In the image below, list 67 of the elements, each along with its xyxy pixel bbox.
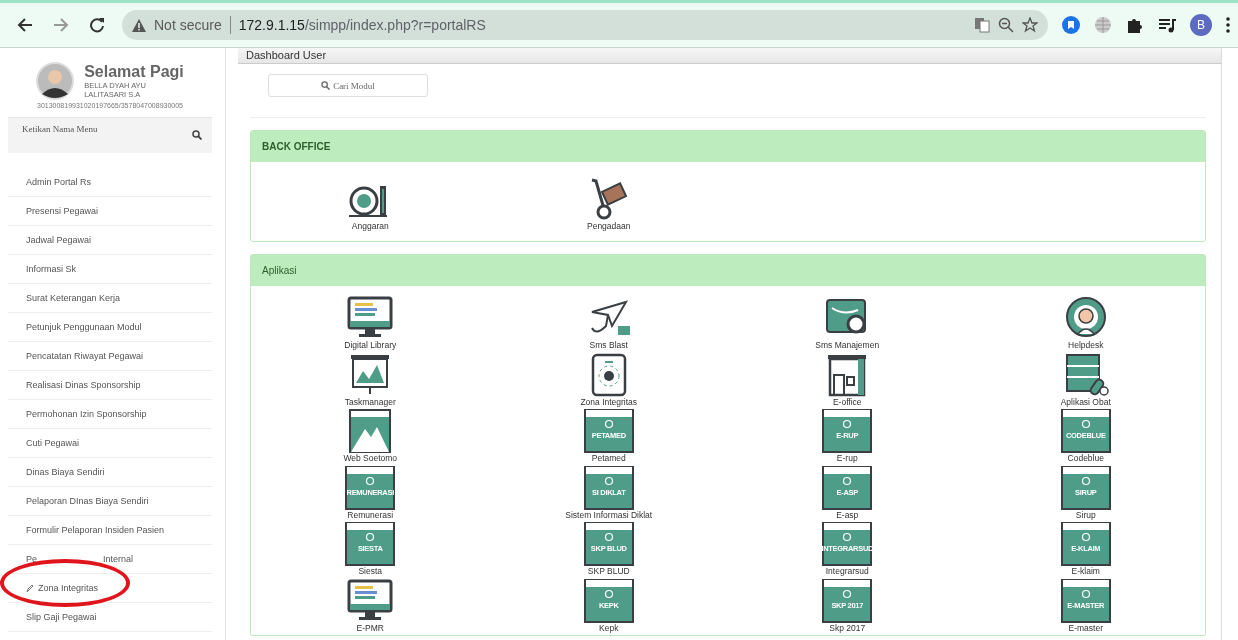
menu-item[interactable]: Realisasi Dinas Sponsorship — [8, 371, 212, 400]
menu-item[interactable]: Pelaporan DInas Biaya Sendiri — [8, 487, 212, 516]
module-link[interactable]: Helpdesk — [1068, 340, 1104, 350]
module-link[interactable]: Web Soetomo — [343, 453, 398, 463]
module-link[interactable]: Digital Library — [344, 340, 397, 350]
module-link[interactable]: Sms Manajemen — [815, 340, 880, 350]
search-module-button[interactable]: Cari Modul — [268, 74, 428, 97]
menu-item[interactable]: Zona Integritas — [8, 574, 212, 603]
module-link[interactable]: E-asp — [836, 509, 859, 520]
panel-header: Aplikasi — [251, 254, 1205, 286]
menu-item[interactable]: Cuti Pegawai — [8, 429, 212, 458]
module-link[interactable]: E-klaim — [1071, 566, 1100, 576]
warning-icon — [132, 18, 146, 32]
module-link[interactable]: Sirup — [1075, 509, 1096, 520]
menu-search-field[interactable]: Ketikan Nama Menu — [22, 124, 162, 134]
module-link[interactable]: Zona Integritas — [580, 396, 638, 407]
translate-icon[interactable] — [974, 17, 990, 33]
more-icon[interactable] — [1226, 17, 1230, 33]
menu-item[interactable]: Jadwal Pegawai — [8, 226, 212, 255]
monitor-icon — [347, 578, 394, 623]
pencil-icon — [26, 583, 34, 593]
greeting-text: Selamat Pagi — [84, 63, 184, 81]
module-link[interactable]: Skp 2017 — [829, 622, 866, 633]
playlist-icon[interactable] — [1158, 16, 1176, 34]
menu-item[interactable]: Surat Keterangan Kerja — [8, 284, 212, 313]
module-link[interactable]: Sistem Informasi Diklat — [565, 509, 653, 520]
panel-header: BACK OFFICE — [251, 131, 1205, 162]
module-link[interactable]: E-PMR — [356, 622, 384, 633]
zoom-out-icon[interactable] — [998, 17, 1014, 33]
module-link[interactable]: Siesta — [358, 566, 383, 576]
bookmark-extension-icon[interactable] — [1062, 16, 1080, 34]
menu-item[interactable]: Presensi Pegawai — [8, 197, 212, 226]
menu-item[interactable]: Dinas Biaya Sendiri — [8, 458, 212, 487]
module-link[interactable]: E-master — [1068, 622, 1103, 633]
security-label: Not secure — [154, 17, 222, 33]
menu-item[interactable]: Informasi Sk — [8, 255, 212, 284]
puzzle-icon[interactable] — [1126, 16, 1144, 34]
menu-item[interactable]: Permohonan Izin Sponsorship — [8, 400, 212, 429]
module-link[interactable]: E-office — [832, 396, 862, 407]
module-link[interactable]: Aplikasi Obat — [1060, 396, 1111, 407]
monitor-icon — [347, 296, 394, 340]
module-link[interactable]: Codeblue — [1067, 453, 1104, 463]
menu-item[interactable]: Pe Internal — [8, 545, 212, 574]
module-link[interactable]: SKP BLUD — [587, 566, 630, 576]
menu-item[interactable]: Slip Gaji Pegawai — [8, 603, 212, 632]
menu-item[interactable]: Admin Portal Rs — [8, 168, 212, 197]
module-link[interactable]: Kepk — [599, 622, 619, 633]
module-link[interactable]: Pengadaan — [587, 220, 631, 231]
module-link[interactable]: Sms Blast — [589, 340, 628, 350]
menu-item[interactable]: Pencatatan Riwayat Pegawai — [8, 342, 212, 371]
module-link[interactable]: Remunerasi — [347, 509, 394, 520]
page-title: Dashboard User — [238, 48, 1221, 64]
menu-item[interactable]: Formulir Pelaporan Insiden Pasien — [8, 516, 212, 545]
star-icon[interactable] — [1022, 17, 1038, 33]
search-icon — [321, 81, 331, 90]
module-link[interactable]: E-rup — [836, 453, 858, 463]
search-icon — [192, 130, 202, 140]
mountain-window-icon — [347, 409, 394, 453]
module-link[interactable]: Taskmanager — [344, 396, 396, 407]
module-link[interactable]: Integrarsud — [825, 566, 869, 576]
url-text: 172.9.1.15/simpp/index.php?r=portalRS — [238, 17, 487, 33]
address-bar[interactable]: Not secure 172.9.1.15/simpp/index.php?r=portalRS — [122, 10, 1048, 40]
module-link[interactable]: Anggaran — [351, 220, 389, 231]
user-avatar-icon — [36, 62, 75, 100]
profile-avatar[interactable]: B — [1190, 14, 1212, 36]
menu-item[interactable]: Petunjuk Penggunaan Modul — [8, 313, 212, 342]
module-link[interactable]: Petamed — [591, 453, 626, 463]
